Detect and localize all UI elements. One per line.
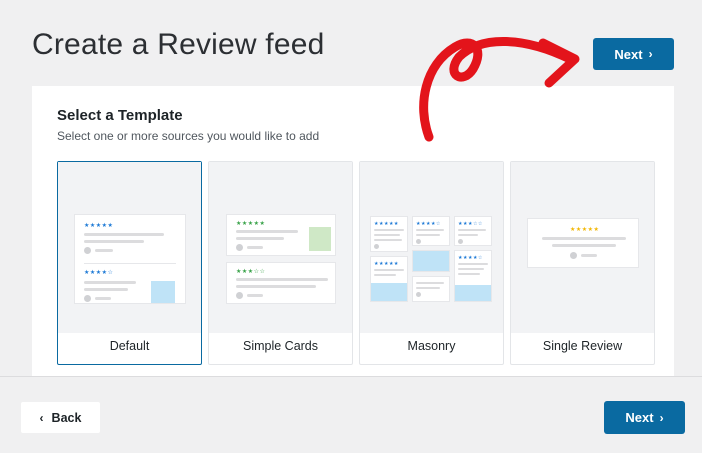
preview-card: ★★★☆☆ <box>226 262 336 304</box>
image-placeholder-icon <box>151 281 175 303</box>
template-default[interactable]: ★★★★★ ★★★★☆ Default <box>57 161 202 365</box>
footer-bar <box>0 376 702 453</box>
template-label: Single Review <box>542 339 623 353</box>
star-rating-icon: ★★★☆☆ <box>236 269 266 275</box>
section-title: Select a Template <box>57 107 183 124</box>
preview-card: ★★★★★ <box>226 214 336 256</box>
next-button-top[interactable]: Next › <box>593 38 674 70</box>
star-rating-icon: ★★★★★ <box>570 227 600 233</box>
back-button[interactable]: ‹ Back <box>20 401 101 434</box>
template-label: Default <box>109 339 150 353</box>
template-single-review-preview: ★★★★★ <box>511 162 654 333</box>
template-single-review[interactable]: ★★★★★ Single Review <box>510 161 655 365</box>
template-label: Masonry <box>407 339 456 353</box>
page-title: Create a Review feed <box>32 28 325 61</box>
chevron-right-icon: › <box>648 47 653 61</box>
star-rating-icon: ★★★★★ <box>84 223 114 229</box>
template-masonry[interactable]: ★★★★★ ★★★★★ ★★★★☆ ★★★☆☆ ★★★★☆ Masonry <box>359 161 504 365</box>
chevron-left-icon: ‹ <box>39 410 44 425</box>
preview-single-card: ★★★★★ <box>527 218 639 268</box>
template-label: Simple Cards <box>242 339 319 353</box>
back-button-label: Back <box>51 410 82 425</box>
preview-feed-card: ★★★★★ ★★★★☆ <box>74 214 186 304</box>
next-button-bottom[interactable]: Next › <box>604 401 685 434</box>
chevron-right-icon: › <box>659 410 664 425</box>
annotation-arrow-icon <box>419 37 580 142</box>
section-subtitle: Select one or more sources you would lik… <box>57 129 320 143</box>
image-placeholder-icon <box>309 227 331 251</box>
template-default-preview: ★★★★★ ★★★★☆ <box>58 162 201 333</box>
template-simple-cards-preview: ★★★★★ ★★★☆☆ <box>209 162 352 333</box>
next-button-label: Next <box>625 410 654 425</box>
next-button-label: Next <box>614 46 643 62</box>
star-rating-icon: ★★★★☆ <box>84 270 114 276</box>
template-masonry-preview: ★★★★★ ★★★★★ ★★★★☆ ★★★☆☆ ★★★★☆ <box>360 162 503 333</box>
template-simple-cards[interactable]: ★★★★★ ★★★☆☆ Simple Cards <box>208 161 353 365</box>
star-rating-icon: ★★★★★ <box>236 221 266 227</box>
